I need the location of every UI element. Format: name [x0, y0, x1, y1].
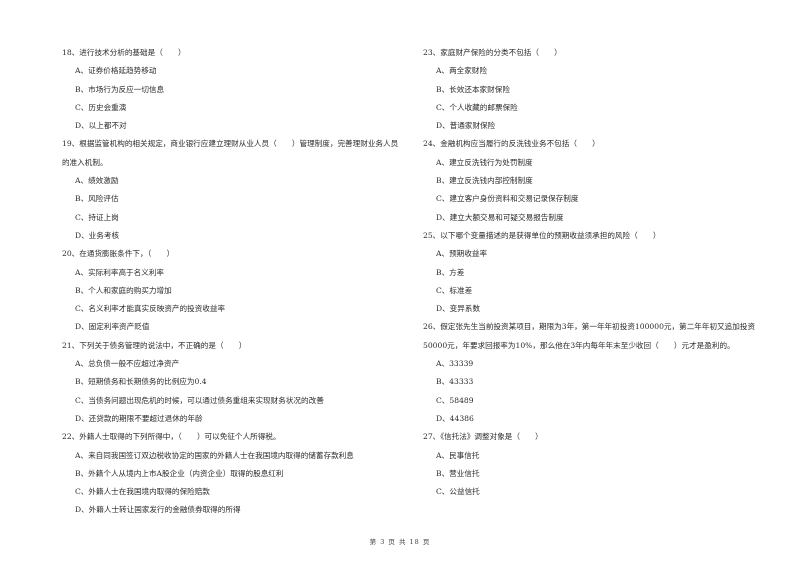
option-d: D、普通家财保险 [436, 121, 496, 131]
option-c: C、历史会重演 [75, 102, 127, 112]
option-a: A、建立反洗钱行为处罚制度 [436, 157, 533, 167]
option-a: A、民事信托 [436, 450, 480, 460]
option-b: B、建立反洗钱内部控制制度 [436, 176, 533, 186]
option-a: A、绩效激励 [75, 176, 119, 186]
option-b: B、短期债务和长期债务的比例应为0.4 [75, 377, 207, 387]
question-27: 27、《信托法》调整对象是（ ） A、民事信托 B、营业信托 C、公益信托 [423, 428, 763, 501]
question-stem: 26、假定张先生当前投资某项目，期限为3年，第一年年初投资100000元，第二年… [423, 322, 756, 350]
question-22: 22、外籍人士取得的下列所得中，（ ）可以免征个人所得税。 A、来自同我国签订双… [62, 428, 402, 519]
option-c: C、当债务问题出现危机的时候，可以通过债务重组来实现财务状况的改善 [75, 395, 324, 405]
option-d: D、建立大额交易和可疑交易报告制度 [436, 212, 564, 222]
option-a: A、总负债一般不应超过净资产 [75, 359, 180, 369]
option-b: B、长效还本家财保险 [436, 84, 510, 94]
option-b: B、市场行为反应一切信息 [75, 84, 165, 94]
option-b: B、个人和家庭的购买力增加 [75, 285, 172, 295]
option-c: C、建立客户身份资料和交易记录保存制度 [436, 194, 579, 204]
question-25: 25、以下哪个变量描述的是获得单位的预期收益须承担的风险（ ） A、预期收益率 … [423, 227, 763, 318]
option-c: C、公益信托 [436, 487, 480, 497]
option-a: A、来自同我国签订双边税收协定的国家的外籍人士在我国境内取得的储蓄存款利息 [75, 450, 354, 460]
question-stem: 24、金融机构应当履行的反洗钱业务不包括（ ） [423, 139, 600, 149]
question-20: 20、在通货膨胀条件下，（ ） A、实际利率高于名义利率 B、个人和家庭的购买力… [62, 245, 402, 336]
option-b: B、外籍个人从境内上市A股企业（内资企业）取得的股息红利 [75, 468, 284, 478]
option-d: D、44386 [436, 413, 474, 423]
option-a: A、实际利率高于名义利率 [75, 267, 165, 277]
option-d: D、固定利率资产贬值 [75, 322, 150, 332]
option-c: C、58489 [436, 395, 474, 405]
option-d: D、变异系数 [436, 304, 481, 314]
option-b: B、43333 [436, 377, 474, 387]
option-c: C、个人收藏的邮票保险 [436, 102, 518, 112]
option-c: C、持证上岗 [75, 212, 119, 222]
right-column: 23、家庭财产保险的分类不包括（ ） A、两全家财险 B、长效还本家财保险 C、… [423, 44, 763, 501]
question-18: 18、进行技术分析的基础是（ ） A、证券价格延趋势移动 B、市场行为反应一切信… [62, 44, 402, 135]
option-d: D、外籍人士转让国家发行的金融债券取得的所得 [75, 505, 241, 515]
question-stem: 18、进行技术分析的基础是（ ） [62, 48, 186, 57]
option-c: C、外籍人士在我国境内取得的保险赔款 [75, 487, 210, 497]
question-stem: 22、外籍人士取得的下列所得中，（ ）可以免征个人所得税。 [62, 432, 281, 442]
option-d: D、业务考核 [75, 230, 120, 240]
question-stem: 20、在通货膨胀条件下，（ ） [62, 249, 175, 259]
question-stem: 27、《信托法》调整对象是（ ） [423, 432, 543, 442]
question-24: 24、金融机构应当履行的反洗钱业务不包括（ ） A、建立反洗钱行为处罚制度 B、… [423, 135, 763, 226]
option-d: D、还贷款的期限不要超过退休的年龄 [75, 413, 203, 423]
option-c: C、标准差 [436, 285, 473, 295]
option-b: B、营业信托 [436, 468, 480, 478]
question-stem: 21、下列关于债务管理的说法中，不正确的是（ ） [62, 340, 247, 350]
option-d: D、以上都不对 [75, 121, 127, 131]
question-stem: 19、根据监管机构的相关规定，商业银行应建立理财从业人员（ ）管理制度，完善理财… [62, 139, 399, 167]
left-column: 18、进行技术分析的基础是（ ） A、证券价格延趋势移动 B、市场行为反应一切信… [62, 44, 402, 520]
option-b: B、风险评估 [75, 194, 119, 204]
option-b: B、方差 [436, 267, 465, 277]
question-stem: 25、以下哪个变量描述的是获得单位的预期收益须承担的风险（ ） [423, 230, 661, 240]
option-a: A、33339 [436, 359, 474, 369]
question-26: 26、假定张先生当前投资某项目，期限为3年，第一年年初投资100000元，第二年… [423, 318, 763, 428]
question-23: 23、家庭财产保险的分类不包括（ ） A、两全家财险 B、长效还本家财保险 C、… [423, 44, 763, 135]
question-21: 21、下列关于债务管理的说法中，不正确的是（ ） A、总负债一般不应超过净资产 … [62, 337, 402, 428]
question-stem: 23、家庭财产保险的分类不包括（ ） [423, 48, 562, 57]
option-a: A、两全家财险 [436, 66, 488, 76]
page-number: 第 3 页 共 18 页 [369, 538, 431, 546]
option-c: C、名义利率才能真实反映资产的投资收益率 [75, 304, 226, 314]
option-a: A、证券价格延趋势移动 [75, 66, 157, 76]
question-19: 19、根据监管机构的相关规定，商业银行应建立理财从业人员（ ）管理制度，完善理财… [62, 135, 402, 245]
option-a: A、预期收益率 [436, 249, 488, 259]
